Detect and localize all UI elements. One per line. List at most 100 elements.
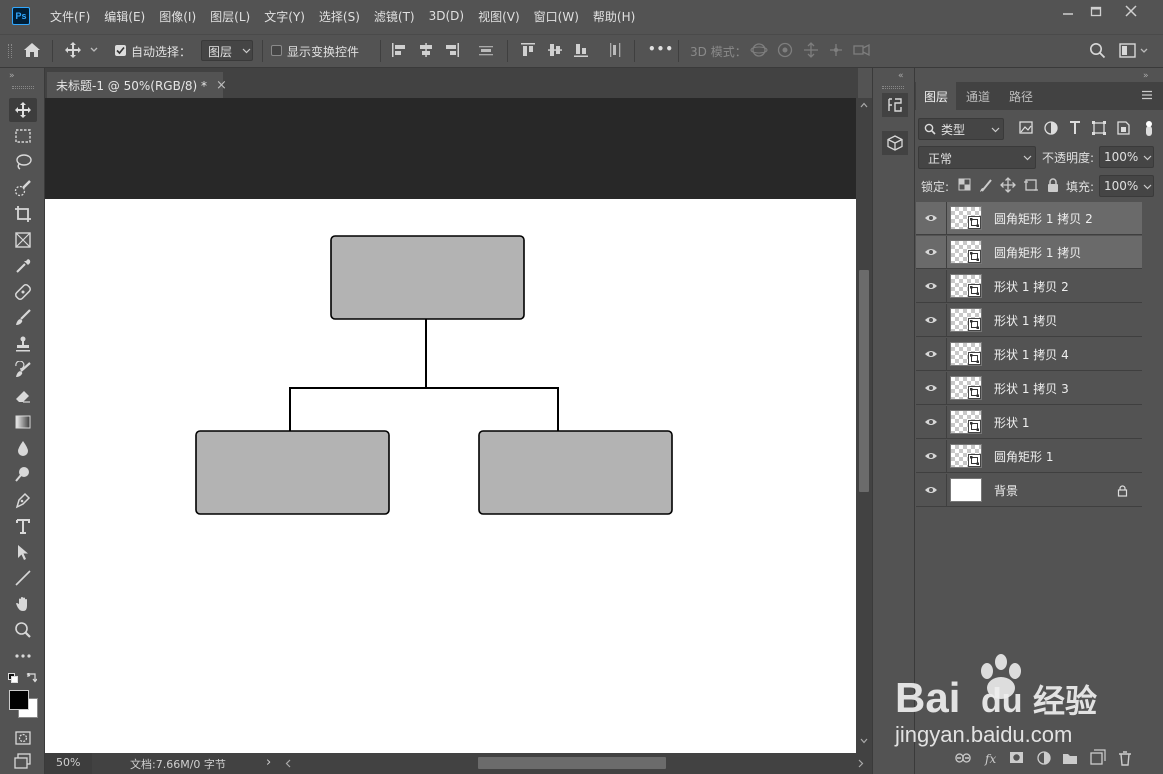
layer-row[interactable]: 形状 1 拷贝: [916, 303, 1142, 337]
visibility-toggle[interactable]: [916, 315, 946, 325]
layer-row[interactable]: 形状 1 拷贝 2: [916, 269, 1142, 303]
more-options-button[interactable]: •••: [648, 42, 674, 56]
layer-row[interactable]: 形状 1: [916, 405, 1142, 439]
foreground-color-swatch[interactable]: [9, 690, 29, 710]
3d-panel-button[interactable]: [882, 131, 908, 155]
layer-thumbnail[interactable]: [950, 206, 982, 230]
scroll-up-icon[interactable]: [860, 102, 868, 108]
visibility-toggle[interactable]: [916, 485, 946, 495]
vertical-scrollbar[interactable]: [856, 98, 872, 753]
layer-filter-dropdown[interactable]: 类型: [918, 118, 1004, 140]
layer-footer-buttons[interactable]: fx: [955, 749, 1135, 767]
menu-view[interactable]: 视图(V): [471, 8, 527, 25]
close-window-button[interactable]: [1114, 0, 1148, 22]
menu-3d[interactable]: 3D(D): [422, 9, 471, 23]
gradient-tool[interactable]: [9, 410, 37, 434]
auto-select-target-dropdown[interactable]: 图层: [201, 40, 253, 61]
menu-image[interactable]: 图像(I): [152, 8, 203, 25]
layer-thumbnail[interactable]: [950, 478, 982, 502]
distribute-button[interactable]: [478, 42, 494, 58]
dock-collapse-icon[interactable]: «: [898, 71, 904, 81]
healing-brush-tool[interactable]: [9, 280, 37, 304]
edit-toolbar-button[interactable]: [9, 644, 37, 668]
document-tab[interactable]: 未标题-1 @ 50%(RGB/8) * ×: [47, 72, 227, 98]
lasso-tool[interactable]: [9, 150, 37, 174]
layer-thumbnail[interactable]: [950, 376, 982, 400]
left-rounded-rect[interactable]: [195, 430, 390, 515]
move-tool[interactable]: [9, 98, 37, 122]
workspace-switcher[interactable]: [1119, 42, 1149, 59]
tab-channels[interactable]: 通道: [958, 82, 998, 110]
zoom-tool[interactable]: [9, 618, 37, 642]
layer-row[interactable]: 圆角矩形 1 拷贝 2: [916, 201, 1142, 235]
quick-select-tool[interactable]: [9, 176, 37, 200]
dock-grip[interactable]: [882, 86, 904, 89]
path-select-tool[interactable]: [9, 540, 37, 564]
layer-thumbnail[interactable]: [950, 274, 982, 298]
layer-row[interactable]: 圆角矩形 1: [916, 439, 1142, 473]
blur-tool[interactable]: [9, 436, 37, 460]
align-right-button[interactable]: [444, 42, 460, 58]
crop-tool[interactable]: [9, 202, 37, 226]
blend-mode-dropdown[interactable]: 正常: [918, 146, 1036, 169]
right-rounded-rect[interactable]: [478, 430, 673, 515]
pen-tool[interactable]: [9, 488, 37, 512]
eraser-tool[interactable]: [9, 384, 37, 408]
align-hcenter-button[interactable]: [418, 42, 434, 58]
menu-filter[interactable]: 滤镜(T): [367, 8, 422, 25]
menu-window[interactable]: 窗口(W): [527, 8, 586, 25]
toolbar-grip[interactable]: [12, 86, 34, 89]
menu-type[interactable]: 文字(Y): [257, 8, 312, 25]
history-panel-button[interactable]: [882, 93, 908, 117]
default-colors-button[interactable]: [8, 673, 18, 683]
layer-row[interactable]: 形状 1 拷贝 4: [916, 337, 1142, 371]
vertical-scroll-thumb[interactable]: [859, 270, 869, 492]
layer-thumbnail[interactable]: [950, 308, 982, 332]
toolbar-collapse-icon[interactable]: »: [9, 71, 15, 81]
swap-colors-button[interactable]: [26, 673, 37, 684]
brush-tool[interactable]: [9, 306, 37, 330]
panel-collapse-icon[interactable]: »: [1143, 71, 1149, 81]
layer-thumbnail[interactable]: [950, 240, 982, 264]
move-tool-preset[interactable]: [64, 41, 100, 59]
lock-options[interactable]: [957, 177, 1062, 193]
visibility-toggle[interactable]: [916, 383, 946, 393]
marquee-tool[interactable]: [9, 124, 37, 148]
align-left-button[interactable]: [391, 42, 407, 58]
tab-paths[interactable]: 路径: [1001, 82, 1041, 110]
line-tool[interactable]: [9, 566, 37, 590]
layer-thumbnail[interactable]: [950, 410, 982, 434]
zoom-field[interactable]: 50%: [45, 753, 92, 774]
document-info[interactable]: 文档:7.66M/0 字节: [130, 756, 226, 772]
layer-row[interactable]: 形状 1 拷贝 3: [916, 371, 1142, 405]
visibility-toggle[interactable]: [916, 451, 946, 461]
close-tab-icon[interactable]: ×: [216, 78, 227, 93]
dodge-tool[interactable]: [9, 462, 37, 486]
align-bottom-button[interactable]: [573, 42, 589, 58]
align-top-button[interactable]: [520, 42, 536, 58]
visibility-toggle[interactable]: [916, 213, 946, 223]
stamp-tool[interactable]: [9, 332, 37, 356]
layer-thumbnail[interactable]: [950, 444, 982, 468]
layer-filter-icons[interactable]: [1018, 120, 1158, 136]
menu-select[interactable]: 选择(S): [312, 8, 367, 25]
show-transform-checkbox[interactable]: [271, 45, 282, 56]
layer-thumbnail[interactable]: [950, 342, 982, 366]
menu-edit[interactable]: 编辑(E): [97, 8, 152, 25]
hand-tool[interactable]: [9, 592, 37, 616]
maximize-button[interactable]: [1079, 0, 1113, 22]
scroll-left-icon[interactable]: [285, 759, 292, 768]
visibility-toggle[interactable]: [916, 281, 946, 291]
screen-mode-button[interactable]: [9, 750, 37, 772]
menu-help[interactable]: 帮助(H): [586, 8, 642, 25]
home-button[interactable]: [22, 41, 42, 59]
scroll-right-icon[interactable]: [857, 759, 864, 768]
top-rounded-rect[interactable]: [330, 235, 525, 320]
menu-file[interactable]: 文件(F): [43, 8, 97, 25]
options-grip[interactable]: [8, 44, 12, 58]
visibility-toggle[interactable]: [916, 417, 946, 427]
horizontal-scroll-thumb[interactable]: [478, 757, 666, 769]
fill-field[interactable]: 100%: [1099, 175, 1154, 197]
opacity-field[interactable]: 100%: [1099, 146, 1154, 168]
quick-mask-button[interactable]: [9, 726, 37, 750]
